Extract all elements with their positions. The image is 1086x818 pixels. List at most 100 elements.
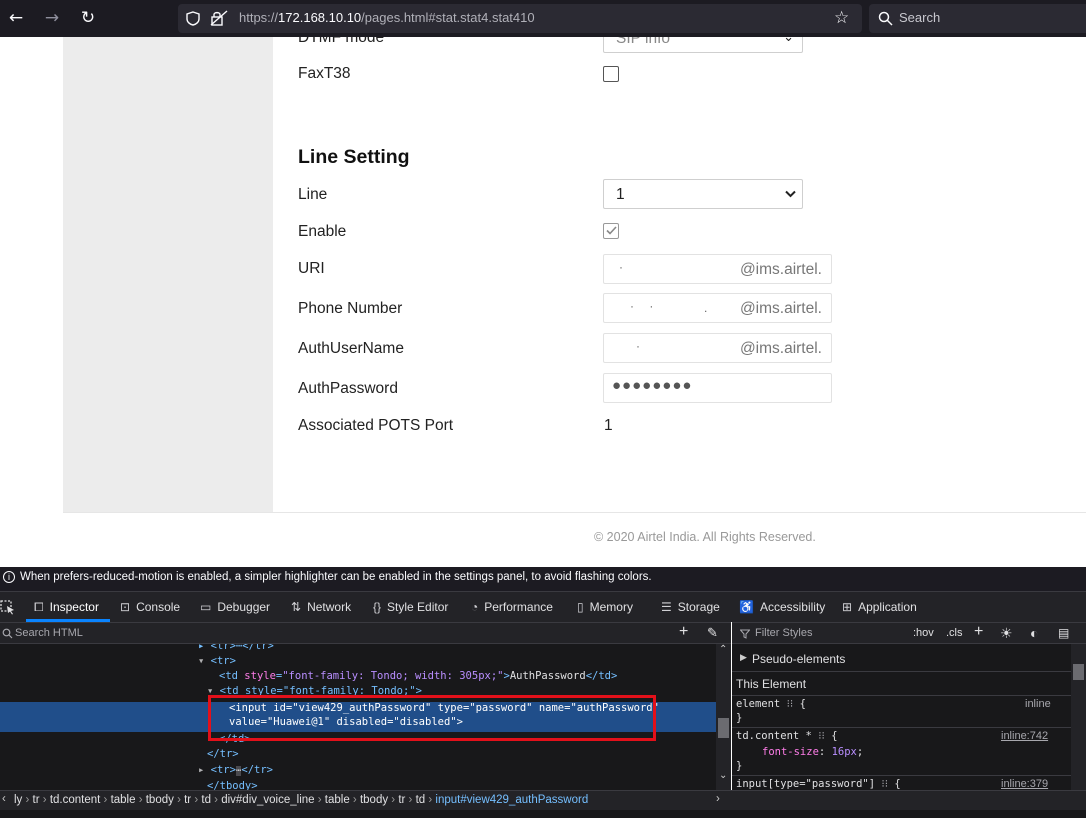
faxt38-checkbox[interactable] <box>603 66 619 82</box>
associated-pots-port-value: 1 <box>604 417 613 434</box>
breadcrumb-item[interactable]: div#div_voice_line <box>221 794 314 806</box>
tab-console[interactable]: ⊡ Console <box>120 600 180 614</box>
memory-icon: ▯ <box>577 600 584 614</box>
rule-input-source[interactable]: inline:379 <box>1001 778 1048 790</box>
scroll-left-icon[interactable]: ‹ <box>2 793 6 805</box>
authusername-input[interactable]: · @ims.airtel. <box>603 333 832 363</box>
web-page: DTMF mode SIP info ⌄ FaxT38 Line Setting… <box>0 37 1086 561</box>
redacted-text: · <box>636 339 640 353</box>
enable-checkbox[interactable] <box>603 223 619 239</box>
enable-label: Enable <box>298 223 347 240</box>
insecure-lock-icon[interactable] <box>210 10 230 27</box>
tab-debugger[interactable]: ▭ Debugger <box>200 600 270 614</box>
section-title: Line Setting <box>298 146 410 168</box>
tab-accessibility[interactable]: ♿ Accessibility <box>739 600 825 614</box>
light-theme-icon[interactable]: ☀ <box>1000 625 1013 642</box>
rule-td-declaration[interactable]: font-size: 16px; <box>762 746 863 758</box>
cls-toggle[interactable]: .cls <box>946 627 963 639</box>
tree-row-td-label[interactable]: <td style="font-family: Tondo; width: 30… <box>219 670 617 682</box>
tab-performance[interactable]: ◔ Performance <box>471 600 553 614</box>
tab-style-editor[interactable]: {} Style Editor <box>373 600 448 614</box>
filter-styles-row: Filter Styles :hov .cls + ☀ ◐ ▤ <box>732 622 1086 644</box>
authpassword-input[interactable]: ●●●●●●●● <box>603 373 832 403</box>
rule-close-brace: } <box>736 712 743 724</box>
breadcrumb-item[interactable]: td <box>201 794 211 806</box>
debugger-icon: ▭ <box>200 600 212 614</box>
tree-row-tr[interactable]: ▾ <tr> <box>198 655 236 667</box>
rule-input-selector[interactable]: input[type="password"] ⁝⁝ { <box>736 778 901 790</box>
scroll-right-icon[interactable]: › <box>716 793 720 805</box>
hov-toggle[interactable]: :hov <box>913 627 934 639</box>
redacted-text: · <box>619 260 623 274</box>
performance-icon: ◔ <box>471 600 479 614</box>
collapsed-row[interactable]: ▸ <tr>⋯</tr> <box>198 644 274 652</box>
url-text: https://172.168.10.10/pages.html#stat.st… <box>239 10 535 25</box>
html-tree-scrollbar[interactable]: ⌃ ⌄ <box>716 644 731 790</box>
divider <box>732 671 1072 672</box>
rule-td-source[interactable]: inline:742 <box>1001 730 1048 742</box>
print-media-icon[interactable]: ▤ <box>1058 626 1069 640</box>
scroll-down-icon[interactable]: ⌄ <box>719 770 727 781</box>
phone-number-input[interactable]: · · . @ims.airtel. <box>603 293 832 323</box>
checkmark-icon <box>605 226 617 235</box>
bottom-strip <box>0 810 1086 818</box>
inspector-icon: ⧠ <box>34 600 44 614</box>
style-editor-icon: {} <box>373 600 382 614</box>
forward-arrow-icon[interactable]: → <box>42 8 62 28</box>
line-label: Line <box>298 186 328 203</box>
tree-row-tr-collapsed[interactable]: ▸ <tr>⋯</tr> <box>198 764 273 776</box>
scrollbar-thumb[interactable] <box>1073 664 1084 680</box>
search-bar[interactable]: Search <box>869 4 1086 33</box>
rules-scrollbar[interactable] <box>1071 644 1086 790</box>
uri-input[interactable]: · @ims.airtel. <box>603 254 832 284</box>
scroll-up-icon[interactable]: ⌃ <box>719 644 727 655</box>
back-arrow-icon[interactable]: ← <box>6 8 26 28</box>
tab-network[interactable]: ⇅ Network <box>291 600 351 614</box>
breadcrumb-item[interactable]: tbody <box>146 794 174 806</box>
breadcrumb-item-active[interactable]: input#view429_authPassword <box>435 794 588 806</box>
expand-triangle-icon[interactable]: ▶ <box>740 652 747 663</box>
accessibility-icon: ♿ <box>739 600 754 614</box>
dtmf-mode-select[interactable]: SIP info ⌄ <box>603 37 803 53</box>
rule-element-selector[interactable]: element ⁝⁝ { <box>736 698 806 710</box>
search-icon <box>2 628 13 639</box>
network-icon: ⇅ <box>291 600 302 614</box>
add-rule-icon[interactable]: + <box>974 623 983 641</box>
pseudo-elements-header[interactable]: Pseudo-elements <box>752 652 845 666</box>
tree-row-tr-close[interactable]: </tr> <box>207 748 239 760</box>
devtools-notification: i When prefers-reduced-motion is enabled… <box>0 567 1086 591</box>
element-picker-icon[interactable] <box>0 600 16 615</box>
application-icon: ⊞ <box>842 600 853 614</box>
breadcrumb-trail: ly › tr › td.content › table › tbody › t… <box>14 794 589 806</box>
url-bar[interactable]: https://172.168.10.10/pages.html#stat.st… <box>178 4 862 33</box>
redacted-text: . <box>704 301 708 315</box>
rule-td-selector[interactable]: td.content * ⁝⁝ { <box>736 730 838 742</box>
breadcrumb-item[interactable]: td <box>416 794 426 806</box>
devtools-tab-bar: ⧠ Inspector ⊡ Console ▭ Debugger ⇅ Network {… <box>0 591 1086 622</box>
line-select[interactable]: 1 <box>603 179 803 209</box>
scrollbar-thumb[interactable] <box>718 718 729 738</box>
breadcrumb-item[interactable]: tbody <box>360 794 388 806</box>
breadcrumb-item[interactable]: tr <box>33 794 40 806</box>
left-sidebar-column <box>63 37 273 512</box>
search-html-input[interactable]: Search HTML <box>15 627 83 639</box>
eyedropper-icon[interactable]: ✎ <box>707 625 718 641</box>
breadcrumb-item[interactable]: table <box>111 794 136 806</box>
dark-theme-icon[interactable]: ◐ <box>1030 625 1038 641</box>
rule-element-source[interactable]: inline <box>1025 698 1051 710</box>
breadcrumb-item[interactable]: table <box>325 794 350 806</box>
tab-application[interactable]: ⊞ Application <box>842 600 917 614</box>
rule-close-brace: } <box>736 760 743 772</box>
tree-row-tbody-close[interactable]: </tbody> <box>207 780 258 790</box>
reload-icon[interactable]: ↻ <box>78 8 98 28</box>
tab-inspector[interactable]: ⧠ Inspector <box>34 600 99 615</box>
filter-styles-input[interactable]: Filter Styles <box>755 627 812 639</box>
bookmark-star-icon[interactable]: ☆ <box>834 8 849 28</box>
footer-copyright: © 2020 Airtel India. All Rights Reserved… <box>594 530 816 544</box>
divider <box>732 695 1072 696</box>
add-node-icon[interactable]: + <box>679 623 688 641</box>
breadcrumb-item[interactable]: td.content <box>50 794 101 806</box>
tab-memory[interactable]: ▯ Memory <box>577 600 633 614</box>
shield-icon[interactable] <box>186 11 200 26</box>
tab-storage[interactable]: ☰ Storage <box>661 600 720 614</box>
